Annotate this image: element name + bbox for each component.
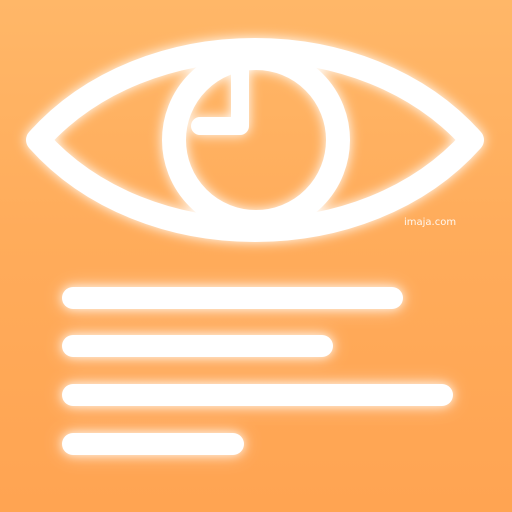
app-icon: imaja.com bbox=[0, 0, 512, 512]
watermark-text: imaja.com bbox=[404, 217, 457, 228]
clock-face bbox=[162, 46, 350, 234]
text-line-4 bbox=[62, 433, 244, 455]
text-line-2 bbox=[62, 335, 333, 357]
text-line-3 bbox=[62, 384, 453, 406]
text-line-1 bbox=[62, 287, 403, 309]
eye-outline bbox=[26, 38, 484, 242]
